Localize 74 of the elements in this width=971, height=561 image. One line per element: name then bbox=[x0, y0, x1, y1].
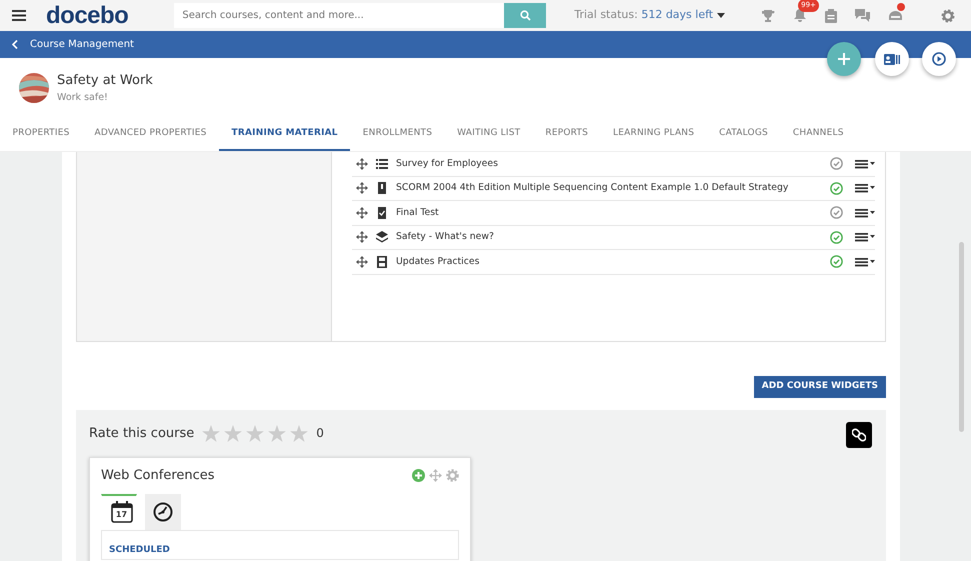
check-icon[interactable] bbox=[830, 157, 843, 170]
clipboard-icon[interactable] bbox=[825, 8, 838, 22]
search-icon bbox=[520, 10, 531, 21]
rating-label: Rate this course bbox=[89, 424, 194, 442]
material-title[interactable]: Final Test bbox=[396, 206, 822, 220]
tab[interactable]: CHANNELS bbox=[780, 118, 856, 151]
tab[interactable]: ENROLLMENTS bbox=[350, 118, 445, 151]
settings-icon[interactable] bbox=[941, 8, 956, 22]
check-icon[interactable] bbox=[830, 182, 843, 195]
add-button[interactable] bbox=[827, 42, 861, 76]
add-icon[interactable] bbox=[412, 469, 425, 482]
tab[interactable]: PROPERTIES bbox=[0, 118, 82, 151]
material-title[interactable]: Safety - What's new? bbox=[396, 230, 822, 244]
move-icon[interactable] bbox=[356, 206, 368, 219]
check-icon[interactable] bbox=[830, 230, 843, 244]
tab[interactable]: WAITING LIST bbox=[444, 118, 533, 151]
material-title[interactable]: Survey for Employees bbox=[396, 156, 822, 171]
chat-icon[interactable] bbox=[855, 9, 870, 22]
material-title[interactable]: SCORM 2004 4th Edition Multiple Sequencing Content Example 1.0 Default Strategy bbox=[396, 181, 822, 196]
menu-icon[interactable] bbox=[855, 256, 875, 267]
tab[interactable]: REPORTS bbox=[532, 118, 601, 151]
caret-icon bbox=[717, 13, 726, 18]
section-heading: SCHEDULED bbox=[109, 544, 170, 554]
list-icon bbox=[376, 158, 388, 170]
menu-icon[interactable] bbox=[855, 183, 875, 194]
tab[interactable]: ADVANCED PROPERTIES bbox=[82, 118, 220, 151]
star-icon[interactable] bbox=[290, 424, 308, 442]
book-icon bbox=[376, 182, 388, 194]
widget-tab[interactable] bbox=[145, 494, 181, 530]
menu-icon[interactable] bbox=[855, 208, 875, 218]
search-field[interactable]: Search courses, content and more... bbox=[174, 3, 504, 28]
check-icon[interactable] bbox=[830, 206, 843, 220]
star-icon[interactable] bbox=[202, 424, 220, 442]
helmet-icon[interactable] bbox=[888, 8, 904, 22]
calendar-day: 17 bbox=[116, 509, 128, 521]
star-icon[interactable] bbox=[224, 424, 242, 442]
play-button[interactable] bbox=[922, 42, 956, 76]
star-icon[interactable] bbox=[246, 424, 264, 442]
id-card-button[interactable] bbox=[875, 42, 909, 76]
link-icon bbox=[852, 428, 866, 442]
link-button[interactable] bbox=[846, 422, 872, 448]
tab[interactable]: CATALOGS bbox=[706, 118, 780, 151]
move-icon[interactable] bbox=[356, 182, 368, 194]
trophy-icon[interactable] bbox=[761, 8, 776, 22]
play-icon bbox=[932, 52, 946, 66]
course-title: Safety at Work bbox=[57, 72, 153, 90]
id-card-icon bbox=[884, 54, 900, 64]
star-icon[interactable] bbox=[268, 424, 286, 442]
rating-count: 0 bbox=[316, 425, 324, 442]
bell-icon[interactable] bbox=[793, 8, 808, 22]
scrollbar[interactable] bbox=[959, 242, 964, 432]
menu-icon[interactable] bbox=[855, 232, 875, 242]
back-icon[interactable] bbox=[12, 40, 18, 49]
material-title[interactable]: Updates Practices bbox=[396, 254, 822, 269]
film-icon bbox=[376, 256, 388, 268]
calendar-icon bbox=[110, 501, 133, 523]
trial-status[interactable]: Trial status: 512 days left bbox=[574, 7, 714, 24]
menu-icon[interactable] bbox=[12, 10, 26, 21]
tab[interactable]: LEARNING PLANS bbox=[600, 118, 707, 151]
menu-icon[interactable] bbox=[855, 158, 875, 169]
checklist-icon bbox=[376, 206, 388, 219]
layers-icon bbox=[376, 231, 388, 244]
move-icon[interactable] bbox=[356, 256, 368, 268]
move-icon[interactable] bbox=[356, 158, 368, 170]
add-course-widgets-button[interactable]: ADD COURSE WIDGETS bbox=[754, 376, 886, 398]
search-button[interactable] bbox=[504, 3, 546, 28]
widget-title: Web Conferences bbox=[101, 467, 216, 485]
move-icon[interactable] bbox=[356, 231, 368, 244]
check-icon[interactable] bbox=[830, 255, 843, 268]
course-subtitle: Work safe! bbox=[57, 90, 109, 105]
breadcrumb-link[interactable]: Course Management bbox=[30, 37, 134, 52]
clock-icon bbox=[153, 502, 173, 522]
plus-icon bbox=[838, 53, 850, 65]
logo[interactable]: docebo bbox=[46, 2, 128, 30]
